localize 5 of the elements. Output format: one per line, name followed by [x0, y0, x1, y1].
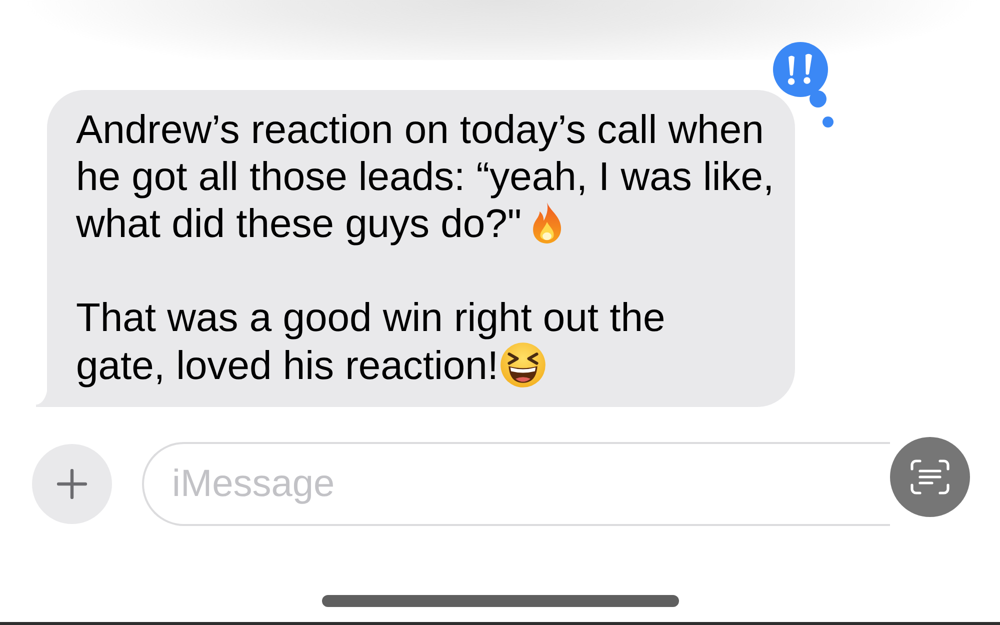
message-text: Andrew’s reaction on today’s call when he got all those leads: “yeah, I was like, what did these guys do?": [76, 108, 774, 246]
message-field[interactable]: iMessage: [142, 442, 890, 526]
plus-icon: [57, 469, 87, 499]
message-text: That was a good win right out the gate, loved his reaction!: [76, 296, 666, 388]
text-scan-icon: [910, 459, 950, 495]
